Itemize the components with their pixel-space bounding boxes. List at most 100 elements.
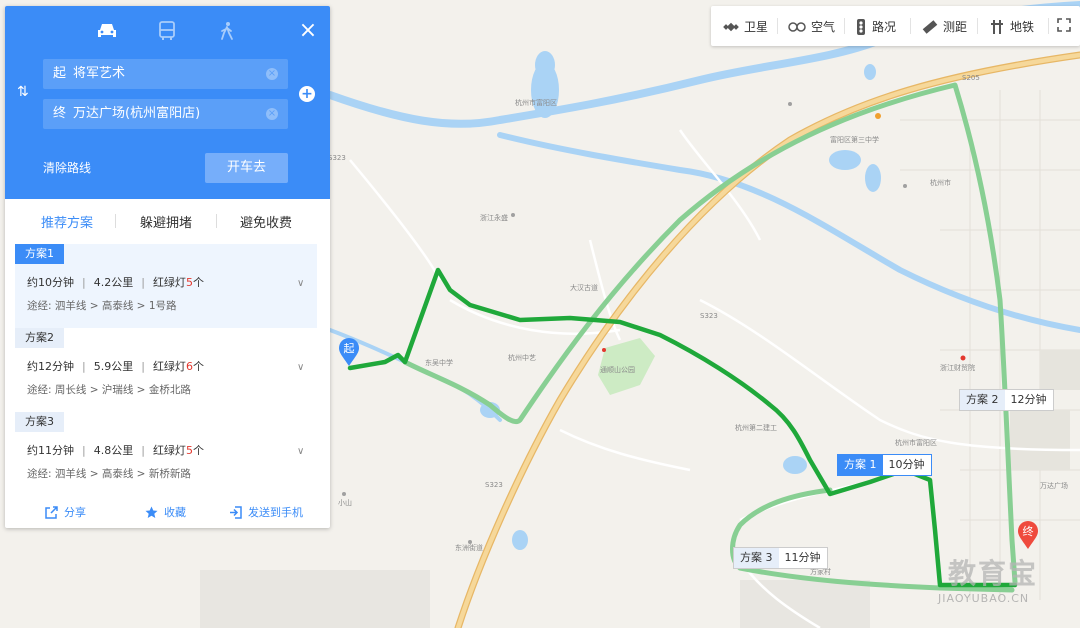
share-icon <box>45 505 58 519</box>
building-block <box>1040 350 1080 390</box>
map-label: 小山 <box>338 498 352 507</box>
destination-field[interactable]: 终 万达广场(杭州富阳店) × <box>43 99 288 129</box>
plan-lights-unit: 个 <box>192 444 204 457</box>
watermark-logo-text: 教育宝 <box>948 557 1039 590</box>
plan-lights-label: 红绿灯 <box>152 276 186 289</box>
plan-distance: 4.2公里 <box>93 276 134 289</box>
road-label: S323 <box>485 481 503 489</box>
clear-origin-icon[interactable]: × <box>266 68 278 80</box>
origin-field[interactable]: 起 将军艺术 × <box>43 59 288 89</box>
road-label: S205 <box>962 74 980 82</box>
subway-label: 地铁 <box>1010 20 1035 34</box>
map-toolbar: 卫星 空气 路况 测距 地铁 <box>711 6 1080 46</box>
map-label: 富阳区第三中学 <box>830 135 879 144</box>
chevron-down-icon[interactable]: ∨ <box>297 446 304 457</box>
plan-lights-label: 红绿灯 <box>152 360 186 373</box>
plan-summary: 约10分钟 | 4.2公里 | 红绿灯5个 <box>27 276 204 289</box>
plan-time: 约12分钟 <box>27 360 74 373</box>
map-label: 杭州市富阳区 <box>895 438 937 447</box>
plan-distance: 5.9公里 <box>93 360 134 373</box>
fullscreen-button[interactable] <box>1057 18 1071 32</box>
start-marker[interactable]: 起 <box>337 337 361 367</box>
air-button[interactable]: 空气 <box>788 18 835 35</box>
fullscreen-icon <box>1057 18 1071 32</box>
map-label: 杭州市富阳区 <box>515 98 557 107</box>
watermark-url: JIAOYUBAO.CN <box>938 592 1030 605</box>
end-marker-label: 终 <box>1022 525 1034 538</box>
favorite-label: 收藏 <box>164 506 186 519</box>
share-label: 分享 <box>64 506 86 519</box>
route-search-header: × ⇅ 起 将军艺术 × 终 万达广场(杭州富阳店) × + 清除路线 开车去 <box>5 6 330 199</box>
tab-avoid-toll[interactable]: 避免收费 <box>240 212 292 231</box>
subway-button[interactable]: 地铁 <box>989 18 1034 35</box>
plan-via: 途经: 泗羊线 > 高泰线 > 新桥新路 <box>27 468 191 480</box>
end-marker[interactable]: 终 <box>1016 520 1040 550</box>
ruler-icon <box>922 19 938 34</box>
toolbar-divider <box>844 18 845 34</box>
add-waypoint-icon[interactable]: + <box>299 86 315 102</box>
start-drive-button[interactable]: 开车去 <box>205 153 288 183</box>
walk-mode-tab[interactable] <box>214 20 240 42</box>
building-block <box>1010 410 1070 470</box>
toolbar-divider <box>777 18 778 34</box>
tab-avoid-congestion[interactable]: 躲避拥堵 <box>140 212 192 231</box>
route-label-key: 方案 2 <box>960 390 1005 410</box>
subway-icon <box>991 19 1003 34</box>
plan-lights-label: 红绿灯 <box>152 444 186 457</box>
satellite-icon <box>723 22 739 31</box>
building-block <box>200 570 430 628</box>
start-marker-label: 起 <box>343 342 355 355</box>
chevron-down-icon[interactable]: ∨ <box>297 362 304 373</box>
traffic-label: 路况 <box>872 20 897 34</box>
map-label: 杭州市 <box>930 178 951 187</box>
route-label-plan3[interactable]: 方案 3 11分钟 <box>733 547 828 569</box>
route-label-plan2[interactable]: 方案 2 12分钟 <box>959 389 1054 411</box>
plan-distance: 4.8公里 <box>93 444 134 457</box>
plan-item-2[interactable]: 方案2 约12分钟 | 5.9公里 | 红绿灯6个 途经: 周长线 > 沪瑞线 > 金桥… <box>15 328 317 412</box>
destination-tag: 终 <box>53 106 67 121</box>
measure-button[interactable]: 测距 <box>922 18 967 35</box>
swap-icon[interactable]: ⇅ <box>17 84 29 100</box>
chevron-down-icon[interactable]: ∨ <box>297 278 304 289</box>
measure-label: 测距 <box>943 20 968 34</box>
star-icon <box>145 506 158 518</box>
clear-route-link[interactable]: 清除路线 <box>43 159 91 176</box>
building-block <box>740 580 870 628</box>
map-label: 浙江财贸院 <box>940 363 975 372</box>
route-label-time: 10分钟 <box>888 458 925 471</box>
share-button[interactable]: 分享 <box>45 504 86 520</box>
plan-item-1[interactable]: 方案1 约10分钟 | 4.2公里 | 红绿灯5个 途经: 泗羊线 > 高泰线 > 1号… <box>15 244 317 328</box>
drive-mode-tab[interactable] <box>94 20 120 42</box>
plan-summary: 约12分钟 | 5.9公里 | 红绿灯6个 <box>27 360 204 373</box>
plan-summary: 约11分钟 | 4.8公里 | 红绿灯5个 <box>27 444 204 457</box>
bus-icon <box>159 21 175 40</box>
route-panel: × ⇅ 起 将军艺术 × 终 万达广场(杭州富阳店) × + 清除路线 开车去 … <box>5 6 330 528</box>
tab-recommended[interactable]: 推荐方案 <box>41 212 93 231</box>
plan-lights-unit: 个 <box>192 360 204 373</box>
plan-badge: 方案2 <box>15 328 64 348</box>
air-quality-icon <box>788 21 806 32</box>
close-icon[interactable]: × <box>297 20 319 42</box>
map-label: 杭州中艺 <box>508 353 536 362</box>
route-label-time: 12分钟 <box>1010 393 1047 406</box>
plan-via: 途经: 周长线 > 沪瑞线 > 金桥北路 <box>27 384 191 396</box>
destination-value: 万达广场(杭州富阳店) <box>73 106 201 121</box>
toolbar-divider <box>977 18 978 34</box>
satellite-button[interactable]: 卫星 <box>723 18 768 35</box>
send-to-phone-button[interactable]: 发送到手机 <box>229 504 303 520</box>
traffic-button[interactable]: 路况 <box>855 18 896 35</box>
tab-divider <box>115 214 116 228</box>
toolbar-divider <box>910 18 911 34</box>
route-label-plan1[interactable]: 方案 1 10分钟 <box>837 454 932 476</box>
plan-badge: 方案3 <box>15 412 64 432</box>
walk-icon <box>221 22 233 40</box>
clear-destination-icon[interactable]: × <box>266 108 278 120</box>
plan-badge: 方案1 <box>15 244 64 264</box>
send-label: 发送到手机 <box>248 506 303 519</box>
plan-via: 途经: 泗羊线 > 高泰线 > 1号路 <box>27 300 177 312</box>
bus-mode-tab[interactable] <box>154 20 180 42</box>
plan-lights-count: 5 <box>185 276 193 289</box>
map-label: 万达广场 <box>1040 481 1068 490</box>
plan-item-3[interactable]: 方案3 约11分钟 | 4.8公里 | 红绿灯5个 途经: 泗羊线 > 高泰线 > 新桥… <box>15 412 317 496</box>
favorite-button[interactable]: 收藏 <box>145 504 186 520</box>
